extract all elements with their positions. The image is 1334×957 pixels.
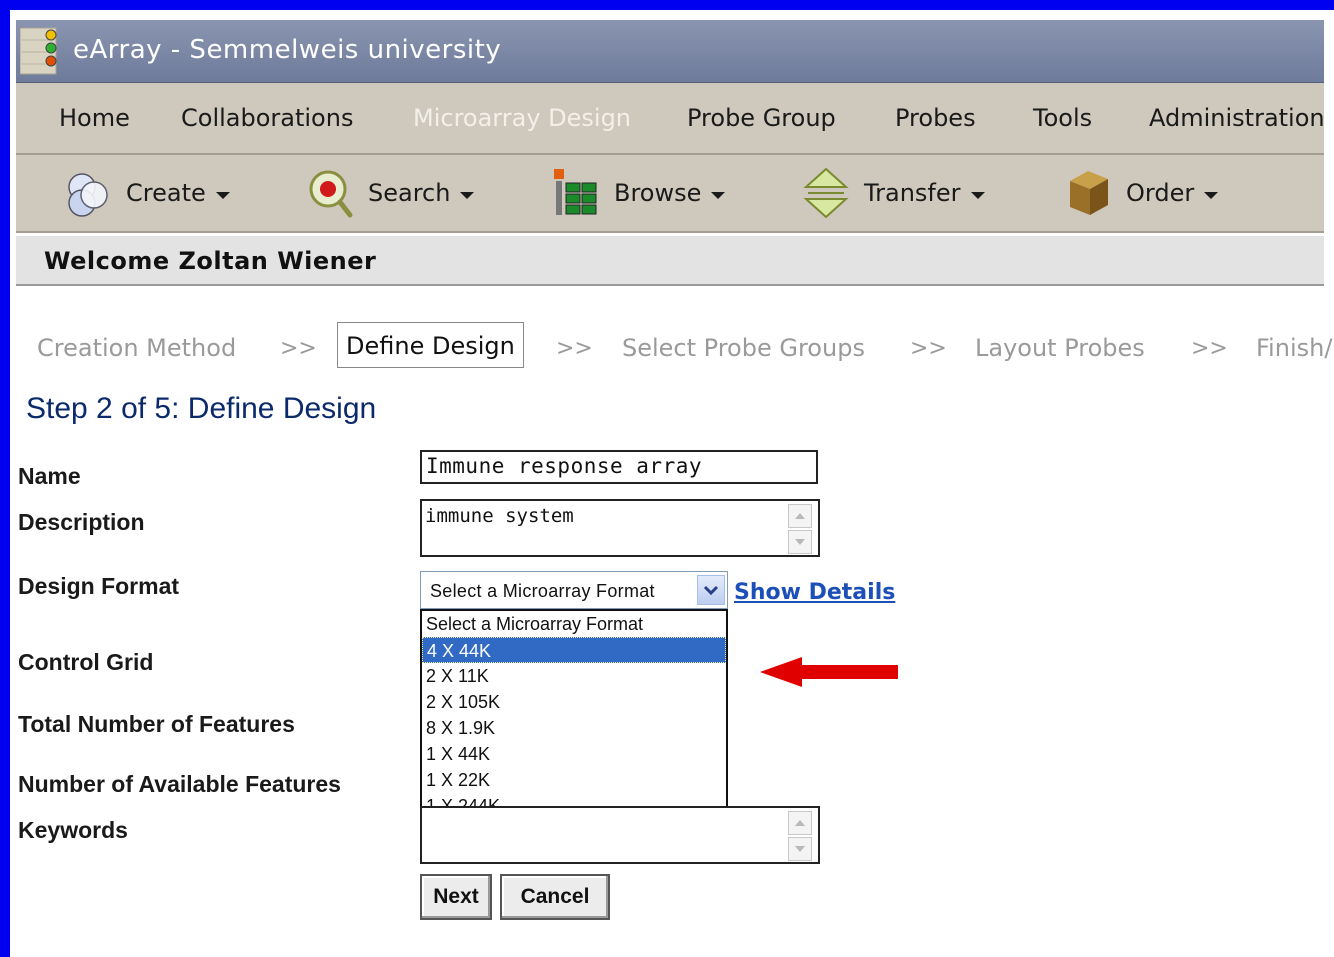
- format-option[interactable]: 2 X 11K: [422, 663, 726, 689]
- box-icon: [1070, 171, 1108, 215]
- transfer-label: Transfer: [864, 179, 961, 207]
- traffic-light-logo-icon: [20, 27, 57, 75]
- menu-item-administration[interactable]: Administration: [1149, 104, 1325, 132]
- keywords-label: Keywords: [18, 817, 128, 843]
- create-menu-button[interactable]: Create: [64, 167, 230, 219]
- chevron-down-icon: [711, 191, 726, 199]
- chevron-down-icon: [460, 191, 475, 199]
- format-option[interactable]: 8 X 1.9K: [422, 715, 726, 741]
- design-format-options-list: Select a Microarray Format 4 X 44K 2 X 1…: [420, 609, 728, 821]
- format-option[interactable]: 1 X 22K: [422, 767, 726, 793]
- magnifier-icon: [309, 170, 353, 218]
- design-format-select[interactable]: Select a Microarray Format: [420, 571, 728, 609]
- browse-label: Browse: [614, 179, 702, 207]
- browse-menu-button[interactable]: Browse: [552, 167, 726, 219]
- app-title: eArray - Semmelweis university: [73, 35, 502, 65]
- show-details-link[interactable]: Show Details: [734, 580, 895, 605]
- step-finish: Finish/: [1256, 334, 1333, 362]
- search-label: Search: [368, 179, 451, 207]
- page-title: Step 2 of 5: Define Design: [26, 392, 377, 425]
- menu-item-probe-group[interactable]: Probe Group: [687, 104, 836, 132]
- title-bar: eArray - Semmelweis university: [16, 20, 1324, 83]
- description-scrollbar[interactable]: [788, 504, 812, 554]
- menu-item-home[interactable]: Home: [59, 104, 130, 132]
- scroll-up-icon[interactable]: [788, 504, 812, 528]
- design-format-selected: Select a Microarray Format: [430, 581, 655, 601]
- breadcrumb-separator: >>: [556, 336, 593, 361]
- order-label: Order: [1126, 179, 1195, 207]
- step-layout-probes: Layout Probes: [975, 334, 1145, 362]
- welcome-message: Welcome Zoltan Wiener: [44, 247, 377, 275]
- keywords-scrollbar[interactable]: [788, 811, 812, 861]
- description-textarea[interactable]: immune system: [420, 499, 820, 557]
- breadcrumb-separator: >>: [280, 336, 317, 361]
- next-button[interactable]: Next: [420, 874, 492, 920]
- breadcrumb: Creation Method >> Define Design >> Sele…: [0, 322, 1332, 370]
- chevron-down-icon: [215, 191, 230, 199]
- format-option[interactable]: 2 X 105K: [422, 689, 726, 715]
- name-label: Name: [18, 463, 81, 489]
- main-menu: Home Collaborations Microarray Design Pr…: [16, 83, 1325, 155]
- total-features-label: Total Number of Features: [18, 711, 295, 737]
- welcome-bar: Welcome Zoltan Wiener: [16, 236, 1324, 286]
- search-menu-button[interactable]: Search: [306, 167, 475, 219]
- control-grid-label: Control Grid: [18, 649, 154, 675]
- description-label: Description: [18, 509, 145, 535]
- format-option[interactable]: Select a Microarray Format: [422, 611, 726, 637]
- chevron-down-icon[interactable]: [697, 575, 725, 605]
- order-menu-button[interactable]: Order: [1064, 167, 1219, 219]
- transfer-menu-button[interactable]: Transfer: [802, 167, 985, 219]
- step-define-design: Define Design: [337, 322, 524, 368]
- menu-item-microarray-design[interactable]: Microarray Design: [413, 104, 631, 132]
- available-features-label: Number of Available Features: [18, 771, 341, 797]
- circles-icon: [68, 173, 108, 217]
- menu-item-collaborations[interactable]: Collaborations: [181, 104, 353, 132]
- design-format-label: Design Format: [18, 573, 180, 599]
- description-value: immune system: [425, 505, 574, 527]
- breadcrumb-separator: >>: [910, 336, 947, 361]
- red-arrow-annotation-icon: [760, 657, 898, 687]
- menu-item-tools[interactable]: Tools: [1033, 104, 1092, 132]
- chevron-down-icon: [1204, 191, 1219, 199]
- toolbar: Create Search Browse Transfer Order: [16, 155, 1324, 233]
- breadcrumb-separator: >>: [1191, 336, 1228, 361]
- create-label: Create: [126, 179, 206, 207]
- format-option-highlighted[interactable]: 4 X 44K: [422, 637, 726, 663]
- chevron-down-icon: [970, 191, 985, 199]
- scroll-down-icon[interactable]: [788, 837, 812, 861]
- scroll-up-icon[interactable]: [788, 811, 812, 835]
- keywords-textarea[interactable]: [420, 806, 820, 864]
- up-down-arrows-icon: [803, 167, 849, 219]
- grid-icon: [554, 169, 597, 215]
- step-select-probe-groups: Select Probe Groups: [622, 334, 865, 362]
- format-option[interactable]: 1 X 44K: [422, 741, 726, 767]
- scroll-down-icon[interactable]: [788, 530, 812, 554]
- step-creation-method: Creation Method: [37, 334, 237, 362]
- name-input[interactable]: Immune response array: [420, 450, 818, 484]
- cancel-button[interactable]: Cancel: [500, 874, 610, 920]
- menu-item-probes[interactable]: Probes: [895, 104, 976, 132]
